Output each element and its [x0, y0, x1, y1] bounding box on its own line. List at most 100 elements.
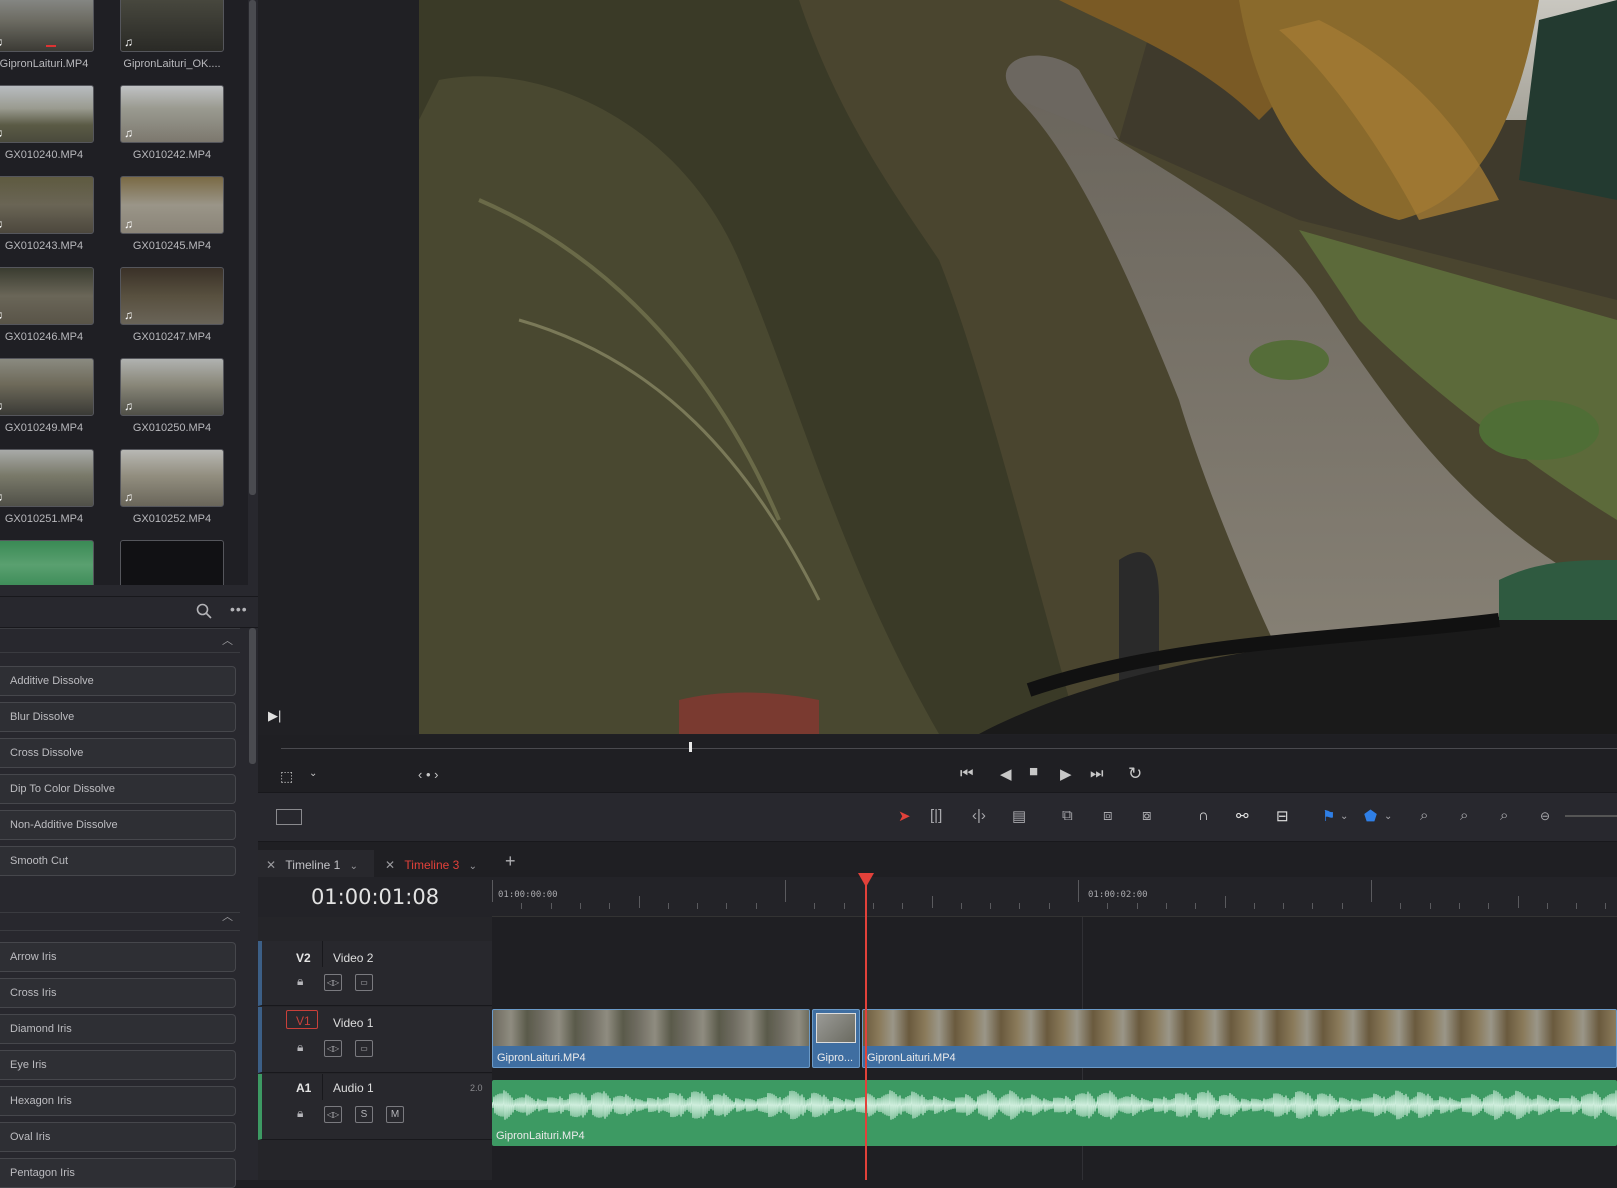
overwrite-clip-icon[interactable]: ⧈: [1103, 807, 1113, 824]
step-back-icon[interactable]: ◀: [1000, 765, 1012, 783]
clip-thumbnail[interactable]: ♫: [120, 85, 224, 143]
tab-timeline-1[interactable]: ✕ Timeline 1 ⌄: [258, 850, 374, 880]
search-icon[interactable]: [196, 603, 212, 619]
clip-thumbnail[interactable]: ♫: [120, 358, 224, 416]
effect-item[interactable]: Blur Dissolve: [0, 702, 236, 732]
effect-item[interactable]: Eye Iris: [0, 1050, 236, 1080]
clip-thumbnail[interactable]: ♫: [120, 0, 224, 52]
zoom-detail-icon[interactable]: ⌕: [1460, 807, 1468, 824]
selection-tool-icon[interactable]: ➤: [898, 807, 911, 825]
link-icon[interactable]: ⚯: [1236, 807, 1249, 825]
zoom-out-icon[interactable]: ⊖: [1540, 809, 1550, 823]
zoom-slider[interactable]: [1565, 815, 1617, 817]
clip-thumbnail[interactable]: ♫: [0, 449, 94, 507]
effect-item[interactable]: Smooth Cut: [0, 846, 236, 876]
auto-track-icon[interactable]: ◁▷: [324, 1106, 342, 1123]
music-note-icon: ♫: [0, 491, 3, 503]
clip-thumbnail[interactable]: ♫: [0, 176, 94, 234]
playhead[interactable]: [865, 877, 867, 1180]
ruler-label: 01:00:00:00: [498, 890, 558, 900]
effect-item[interactable]: Additive Dissolve: [0, 666, 236, 696]
chevron-down-icon[interactable]: ⌄: [1384, 811, 1392, 822]
jog-icon[interactable]: ‹ • ›: [418, 767, 438, 782]
ruler-tick: [1165, 903, 1167, 909]
scrub-bar[interactable]: [281, 748, 1617, 749]
chevron-up-icon[interactable]: ︿: [222, 908, 233, 924]
auto-track-icon[interactable]: ◁▷: [324, 974, 342, 991]
video-clip[interactable]: GipronLaituri.MP4: [862, 1009, 1617, 1068]
clip-thumbnail[interactable]: ♫: [0, 0, 94, 52]
lock-icon[interactable]: 🔒︎: [297, 1106, 303, 1121]
effect-item[interactable]: Pentagon Iris: [0, 1158, 236, 1188]
timecode[interactable]: 01:00:01:08: [258, 885, 492, 909]
replace-clip-icon[interactable]: ⧇: [1142, 807, 1152, 824]
loop-icon[interactable]: ↻: [1128, 764, 1142, 784]
close-icon[interactable]: ✕: [385, 858, 395, 872]
dynamic-trim-icon[interactable]: ‹|›: [972, 807, 986, 824]
clip-thumbnail[interactable]: [120, 540, 224, 585]
effect-item[interactable]: Oval Iris: [0, 1122, 236, 1152]
timeline-view-icon[interactable]: [276, 809, 302, 825]
effect-item[interactable]: Hexagon Iris: [0, 1086, 236, 1116]
effect-item[interactable]: Non-Additive Dissolve: [0, 810, 236, 840]
skip-to-end-icon[interactable]: ⏭: [1090, 765, 1104, 782]
effect-item[interactable]: Cross Dissolve: [0, 738, 236, 768]
clip-thumbnail[interactable]: ♫: [0, 358, 94, 416]
chevron-down-icon[interactable]: ⌄: [309, 768, 317, 779]
chevron-down-icon[interactable]: ⌄: [350, 861, 358, 872]
ruler-tick: [755, 903, 757, 909]
clip-thumbnail[interactable]: ♫: [120, 449, 224, 507]
video-clip[interactable]: Gipro...: [812, 1009, 860, 1068]
lock-icon[interactable]: ⊟: [1276, 807, 1289, 825]
video-toggle-icon[interactable]: ▭: [355, 1040, 373, 1057]
playhead-handle[interactable]: [858, 873, 874, 887]
effects-toolbar: [0, 596, 258, 628]
next-frame-icon[interactable]: ▶|: [268, 708, 281, 724]
ruler-tick: [1078, 880, 1079, 902]
viewer-mode-icon[interactable]: ⬚: [280, 768, 293, 785]
effect-item[interactable]: Diamond Iris: [0, 1014, 236, 1044]
flag-icon[interactable]: ⚑: [1322, 807, 1335, 825]
chevron-down-icon[interactable]: ⌄: [1340, 811, 1348, 822]
auto-track-icon[interactable]: ◁▷: [324, 1040, 342, 1057]
clip-thumbnail[interactable]: ♫: [0, 85, 94, 143]
clip-name: GipronLaituri.MP4: [497, 1052, 586, 1064]
stop-icon[interactable]: ■: [1029, 763, 1038, 780]
track-header-a1[interactable]: [258, 1074, 492, 1140]
ruler-tick: [931, 896, 933, 908]
track-header-v2[interactable]: [258, 941, 492, 1006]
skip-to-start-icon[interactable]: ⏮: [960, 765, 974, 782]
video-toggle-icon[interactable]: ▭: [355, 974, 373, 991]
audio-clip[interactable]: GipronLaituri.MP4: [492, 1080, 1617, 1146]
video-clip[interactable]: GipronLaituri.MP4: [492, 1009, 810, 1068]
effect-item[interactable]: Cross Iris: [0, 978, 236, 1008]
solo-button[interactable]: S: [355, 1106, 373, 1123]
lock-icon[interactable]: 🔒︎: [297, 1040, 303, 1055]
effect-item[interactable]: Dip To Color Dissolve: [0, 774, 236, 804]
timeline-ruler[interactable]: [492, 877, 1617, 917]
clip-thumbnail[interactable]: ♫: [0, 267, 94, 325]
clip-thumbnail[interactable]: [0, 540, 94, 585]
chevron-down-icon[interactable]: ⌄: [469, 861, 477, 872]
media-scrollbar[interactable]: [249, 0, 256, 495]
zoom-full-icon[interactable]: ⌕: [1420, 807, 1428, 824]
scrub-handle[interactable]: [689, 742, 692, 752]
close-icon[interactable]: ✕: [266, 858, 276, 872]
mute-button[interactable]: M: [386, 1106, 404, 1123]
insert-clip-icon[interactable]: ⧉: [1062, 807, 1073, 824]
more-icon[interactable]: •••: [230, 601, 248, 617]
marker-icon[interactable]: ⬟: [1364, 807, 1377, 825]
chevron-up-icon[interactable]: ︿: [222, 632, 233, 648]
add-icon[interactable]: +: [505, 851, 516, 872]
zoom-custom-icon[interactable]: ⌕: [1500, 807, 1508, 824]
effects-scrollbar[interactable]: [249, 628, 256, 764]
tab-timeline-3[interactable]: ✕ Timeline 3 ⌄: [377, 850, 493, 880]
play-icon[interactable]: ▶: [1060, 765, 1072, 783]
lock-icon[interactable]: 🔒︎: [297, 974, 303, 989]
effect-item[interactable]: Arrow Iris: [0, 942, 236, 972]
clip-thumbnail[interactable]: ♫: [120, 176, 224, 234]
trim-tool-icon[interactable]: [|]: [930, 807, 942, 824]
blade-tool-icon[interactable]: ▤: [1012, 807, 1026, 825]
clip-thumbnail[interactable]: ♫: [120, 267, 224, 325]
snap-icon[interactable]: ∩: [1198, 807, 1209, 824]
